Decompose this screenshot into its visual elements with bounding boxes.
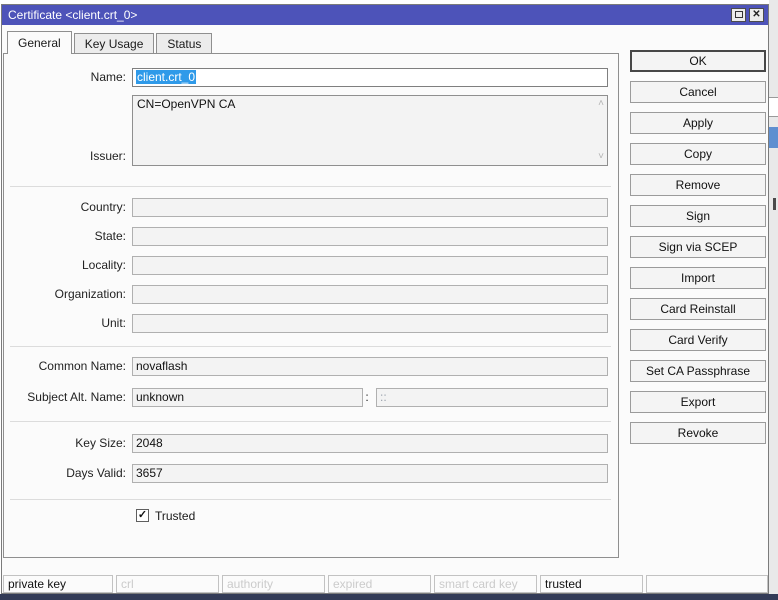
flag-authority: authority — [222, 575, 325, 593]
close-button[interactable]: ✕ — [749, 8, 764, 22]
flag-expired: expired — [328, 575, 431, 593]
issuer-label: Issuer: — [89, 149, 126, 163]
subject-alt-name-label: Subject Alt. Name: — [27, 390, 126, 404]
subject-alt-name-value-input[interactable]: :: — [376, 388, 608, 407]
country-input[interactable] — [132, 198, 608, 217]
common-name-input[interactable]: novaflash — [132, 357, 608, 376]
tab-status[interactable]: Status — [156, 33, 213, 53]
background-window-sliver — [769, 0, 778, 600]
sign-via-scep-button[interactable]: Sign via SCEP — [630, 236, 766, 258]
name-input[interactable]: client.crt_0 — [132, 68, 608, 87]
card-verify-button[interactable]: Card Verify — [630, 329, 766, 351]
maximize-icon — [734, 11, 743, 18]
ok-button[interactable]: OK — [630, 50, 766, 72]
trusted-label: Trusted — [155, 508, 196, 523]
export-button[interactable]: Export — [630, 391, 766, 413]
action-button-column: OK Cancel Apply Copy Remove Sign Sign vi… — [630, 50, 766, 453]
locality-input[interactable] — [132, 256, 608, 275]
scroll-up-icon[interactable]: ˄ — [598, 99, 604, 109]
window-title: Certificate <client.crt_0> — [8, 8, 138, 22]
trusted-checkbox[interactable]: ✓ — [136, 509, 149, 522]
background-bottom-strip — [0, 594, 778, 600]
unit-input[interactable] — [132, 314, 608, 333]
days-valid-label: Days Valid: — [66, 466, 126, 480]
subject-alt-name-colon: : — [365, 390, 369, 404]
background-cell — [769, 97, 778, 210]
sign-button[interactable]: Sign — [630, 205, 766, 227]
scroll-down-icon[interactable]: ˅ — [598, 152, 604, 162]
maximize-button[interactable] — [731, 8, 746, 22]
cancel-button[interactable]: Cancel — [630, 81, 766, 103]
flag-trusted: trusted — [540, 575, 643, 593]
trusted-checkbox-row: ✓ Trusted — [136, 508, 195, 523]
revoke-button[interactable]: Revoke — [630, 422, 766, 444]
tab-general[interactable]: General — [7, 31, 72, 54]
card-reinstall-button[interactable]: Card Reinstall — [630, 298, 766, 320]
organization-label: Organization: — [54, 287, 126, 301]
subject-alt-name-type-input[interactable]: unknown — [132, 388, 363, 407]
name-label: Name: — [90, 70, 126, 84]
common-name-label: Common Name: — [38, 359, 126, 373]
flag-crl: crl — [116, 575, 219, 593]
locality-label: Locality: — [81, 258, 126, 272]
state-input[interactable] — [132, 227, 608, 246]
general-tab-page: Name: client.crt_0 Issuer: CN=OpenVPN CA… — [3, 53, 619, 558]
status-flag-bar: private key crl authority expired smart … — [3, 575, 768, 593]
background-text-fragment — [773, 198, 776, 210]
tab-key-usage[interactable]: Key Usage — [73, 33, 155, 53]
close-icon: ✕ — [752, 9, 761, 20]
background-selected-row — [769, 127, 778, 148]
issuer-textarea[interactable]: CN=OpenVPN CA ˄ ˅ — [132, 95, 608, 166]
selected-text: client.crt_0 — [136, 70, 197, 84]
organization-input[interactable] — [132, 285, 608, 304]
key-size-label: Key Size: — [75, 436, 126, 450]
separator — [10, 186, 611, 187]
remove-button[interactable]: Remove — [630, 174, 766, 196]
separator — [10, 421, 611, 422]
state-label: State: — [94, 229, 126, 243]
import-button[interactable]: Import — [630, 267, 766, 289]
key-size-input[interactable]: 2048 — [132, 434, 608, 453]
titlebar[interactable]: Certificate <client.crt_0> ✕ — [2, 5, 768, 25]
flag-private-key: private key — [3, 575, 113, 593]
separator — [10, 346, 611, 347]
issuer-value: CN=OpenVPN CA — [137, 97, 236, 111]
flag-smart-card-key: smart card key — [434, 575, 537, 593]
certificate-dialog: Certificate <client.crt_0> ✕ General Key… — [1, 4, 769, 594]
flag-empty — [646, 575, 768, 593]
country-label: Country: — [80, 200, 126, 214]
apply-button[interactable]: Apply — [630, 112, 766, 134]
days-valid-input[interactable]: 3657 — [132, 464, 608, 483]
unit-label: Unit: — [101, 316, 126, 330]
separator — [10, 499, 611, 500]
set-ca-passphrase-button[interactable]: Set CA Passphrase — [630, 360, 766, 382]
tab-bar: General Key Usage Status — [7, 31, 214, 54]
copy-button[interactable]: Copy — [630, 143, 766, 165]
check-icon: ✓ — [137, 509, 148, 521]
